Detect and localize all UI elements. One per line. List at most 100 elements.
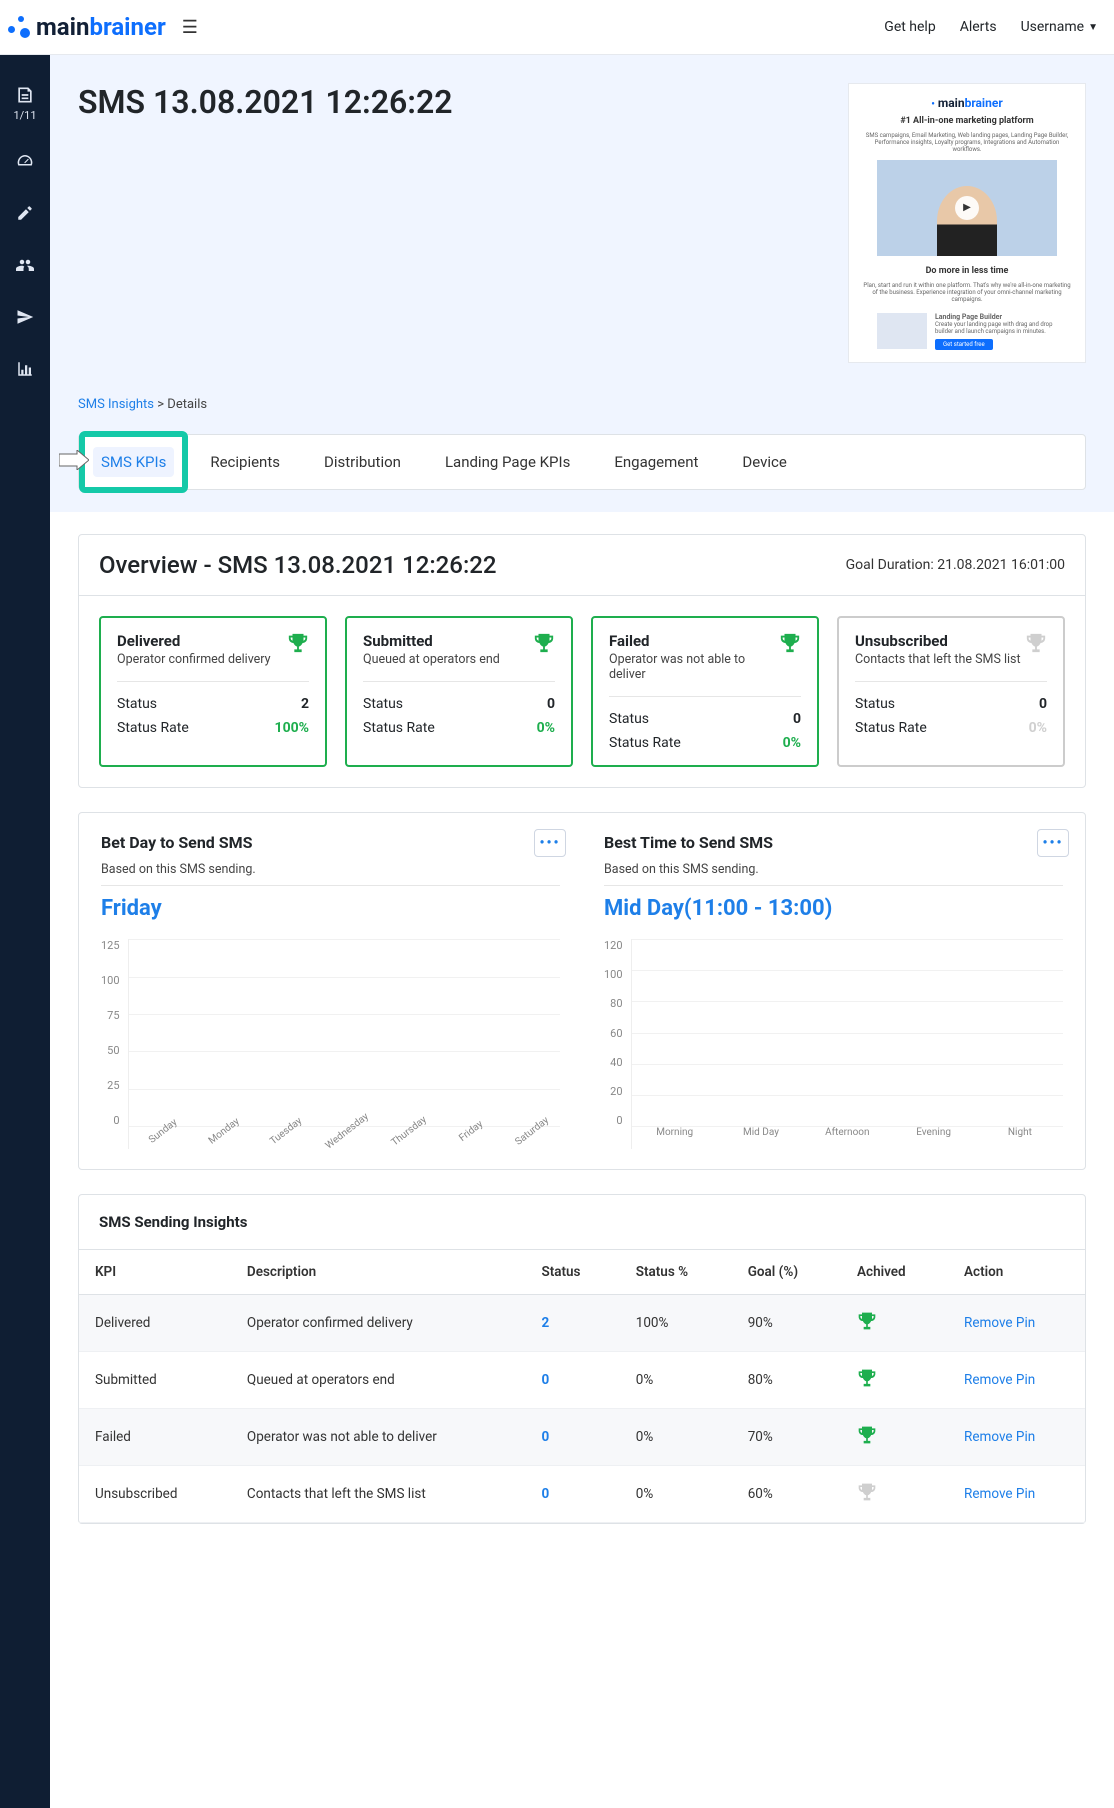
insights-title: SMS Sending Insights xyxy=(79,1195,1085,1250)
cell-status-pct: 0% xyxy=(620,1352,732,1409)
cell-achieved xyxy=(841,1466,948,1523)
cell-status-pct: 0% xyxy=(620,1409,732,1466)
kpi-rate-value: 0% xyxy=(537,720,555,736)
insights-card: SMS Sending Insights KPIDescriptionStatu… xyxy=(78,1194,1086,1524)
hamburger-icon[interactable]: ☰ xyxy=(176,13,204,42)
cell-description: Contacts that left the SMS list xyxy=(231,1466,526,1523)
kpi-status-label: Status xyxy=(855,696,895,712)
app-logo[interactable]: mainbrainer xyxy=(8,13,166,41)
tabs: SMS KPIs Recipients Distribution Landing Pa… xyxy=(78,434,1086,490)
get-help-link[interactable]: Get help xyxy=(884,19,935,35)
kpi-rate-value: 100% xyxy=(275,720,309,736)
sidenav-item-compose[interactable] xyxy=(16,204,34,226)
pencil-icon xyxy=(16,204,34,222)
trophy-icon xyxy=(779,632,801,658)
kpi-title: Submitted xyxy=(363,632,500,650)
table-row: Unsubscribed Contacts that left the SMS … xyxy=(79,1466,1085,1523)
best-time-title: Best Time to Send SMS xyxy=(604,833,1063,852)
col-kpi: KPI xyxy=(79,1250,231,1295)
trophy-icon xyxy=(857,1425,877,1445)
preview-thumb xyxy=(877,313,927,349)
cell-goal: 60% xyxy=(732,1466,841,1523)
cell-status-pct: 100% xyxy=(620,1295,732,1352)
col-action: Action xyxy=(948,1250,1085,1295)
sidenav-item-docs[interactable]: 1/11 xyxy=(13,85,36,122)
side-nav: 1/11 xyxy=(0,55,50,1808)
kpi-rate-value: 0% xyxy=(1029,720,1047,736)
trophy-icon xyxy=(857,1368,877,1388)
sidenav-docs-count: 1/11 xyxy=(13,109,36,122)
best-time-chart: 120100806040200MorningMid DayAfternoonEv… xyxy=(604,939,1063,1149)
cell-status: 0 xyxy=(525,1466,619,1523)
tab-sms-kpis[interactable]: SMS KPIs xyxy=(93,447,174,477)
best-day-panel: ••• Bet Day to Send SMS Based on this SM… xyxy=(79,813,582,1169)
table-row: Delivered Operator confirmed delivery 2 … xyxy=(79,1295,1085,1352)
preview-tagline: #1 All-in-one marketing platform xyxy=(900,116,1033,126)
kpi-subtitle: Contacts that left the SMS list xyxy=(855,652,1021,667)
insights-table: KPIDescriptionStatusStatus %Goal (%)Achi… xyxy=(79,1250,1085,1523)
remove-pin-link[interactable]: Remove Pin xyxy=(964,1372,1035,1388)
cell-action: Remove Pin xyxy=(948,1295,1085,1352)
trophy-icon xyxy=(287,632,309,658)
tab-landing-page-kpis[interactable]: Landing Page KPIs xyxy=(437,447,578,477)
remove-pin-link[interactable]: Remove Pin xyxy=(964,1315,1035,1331)
cell-goal: 70% xyxy=(732,1409,841,1466)
status-link[interactable]: 0 xyxy=(541,1486,549,1502)
kpi-rate-label: Status Rate xyxy=(117,720,189,736)
cell-status-pct: 0% xyxy=(620,1466,732,1523)
chart-icon xyxy=(16,360,34,378)
sidenav-item-send[interactable] xyxy=(16,308,34,330)
tab-device[interactable]: Device xyxy=(734,447,794,477)
user-menu[interactable]: Username ▼ xyxy=(1021,19,1098,35)
kpi-card-submitted: Submitted Queued at operators end Status… xyxy=(345,616,573,767)
trophy-icon xyxy=(857,1482,877,1502)
status-link[interactable]: 0 xyxy=(541,1429,549,1445)
panel-menu-button[interactable]: ••• xyxy=(534,829,566,857)
alerts-link[interactable]: Alerts xyxy=(960,19,997,35)
cell-status: 0 xyxy=(525,1352,619,1409)
hero: SMS 13.08.2021 12:26:22 • mainbrainer #1… xyxy=(50,55,1114,375)
overview-card: Overview - SMS 13.08.2021 12:26:22 Goal … xyxy=(78,534,1086,788)
preview-video: ▶ xyxy=(877,160,1057,256)
cell-action: Remove Pin xyxy=(948,1352,1085,1409)
tab-distribution[interactable]: Distribution xyxy=(316,447,409,477)
trophy-icon xyxy=(857,1311,877,1331)
cell-achieved xyxy=(841,1352,948,1409)
col-status-: Status % xyxy=(620,1250,732,1295)
kpi-title: Unsubscribed xyxy=(855,632,1021,650)
kpi-rate-value: 0% xyxy=(783,735,801,751)
cell-goal: 80% xyxy=(732,1352,841,1409)
sidenav-item-analytics[interactable] xyxy=(16,360,34,382)
kpi-title: Failed xyxy=(609,632,779,650)
status-link[interactable]: 0 xyxy=(541,1372,549,1388)
preview-lp-desc: Create your landing page with drag and d… xyxy=(935,321,1057,335)
tab-engagement[interactable]: Engagement xyxy=(606,447,706,477)
sidenav-item-contacts[interactable] xyxy=(16,256,34,278)
cell-action: Remove Pin xyxy=(948,1466,1085,1523)
people-icon xyxy=(16,256,34,274)
campaign-preview: • mainbrainer #1 All-in-one marketing pl… xyxy=(848,83,1086,363)
kpi-status-label: Status xyxy=(609,711,649,727)
best-day-value: Friday xyxy=(101,896,560,921)
panel-menu-button[interactable]: ••• xyxy=(1037,829,1069,857)
best-day-subtitle: Based on this SMS sending. xyxy=(101,862,560,886)
cell-description: Operator was not able to deliver xyxy=(231,1409,526,1466)
best-time-value: Mid Day(11:00 - 13:00) xyxy=(604,896,1063,921)
kpi-rate-label: Status Rate xyxy=(855,720,927,736)
table-row: Failed Operator was not able to deliver … xyxy=(79,1409,1085,1466)
top-bar: mainbrainer ☰ Get help Alerts Username ▼ xyxy=(0,0,1114,55)
kpi-status-value: 0 xyxy=(1039,696,1047,712)
cell-description: Operator confirmed delivery xyxy=(231,1295,526,1352)
best-day-title: Bet Day to Send SMS xyxy=(101,833,560,852)
remove-pin-link[interactable]: Remove Pin xyxy=(964,1486,1035,1502)
tab-recipients[interactable]: Recipients xyxy=(202,447,288,477)
remove-pin-link[interactable]: Remove Pin xyxy=(964,1429,1035,1445)
sidenav-item-dashboard[interactable] xyxy=(16,152,34,174)
status-link[interactable]: 2 xyxy=(541,1315,549,1331)
preview-paragraph: Plan, start and run it within one platfo… xyxy=(861,282,1073,304)
breadcrumb-link-sms-insights[interactable]: SMS Insights xyxy=(78,397,154,412)
col-description: Description xyxy=(231,1250,526,1295)
trophy-icon xyxy=(533,632,555,658)
breadcrumb-current: Details xyxy=(167,397,207,412)
send-icon xyxy=(16,308,34,326)
